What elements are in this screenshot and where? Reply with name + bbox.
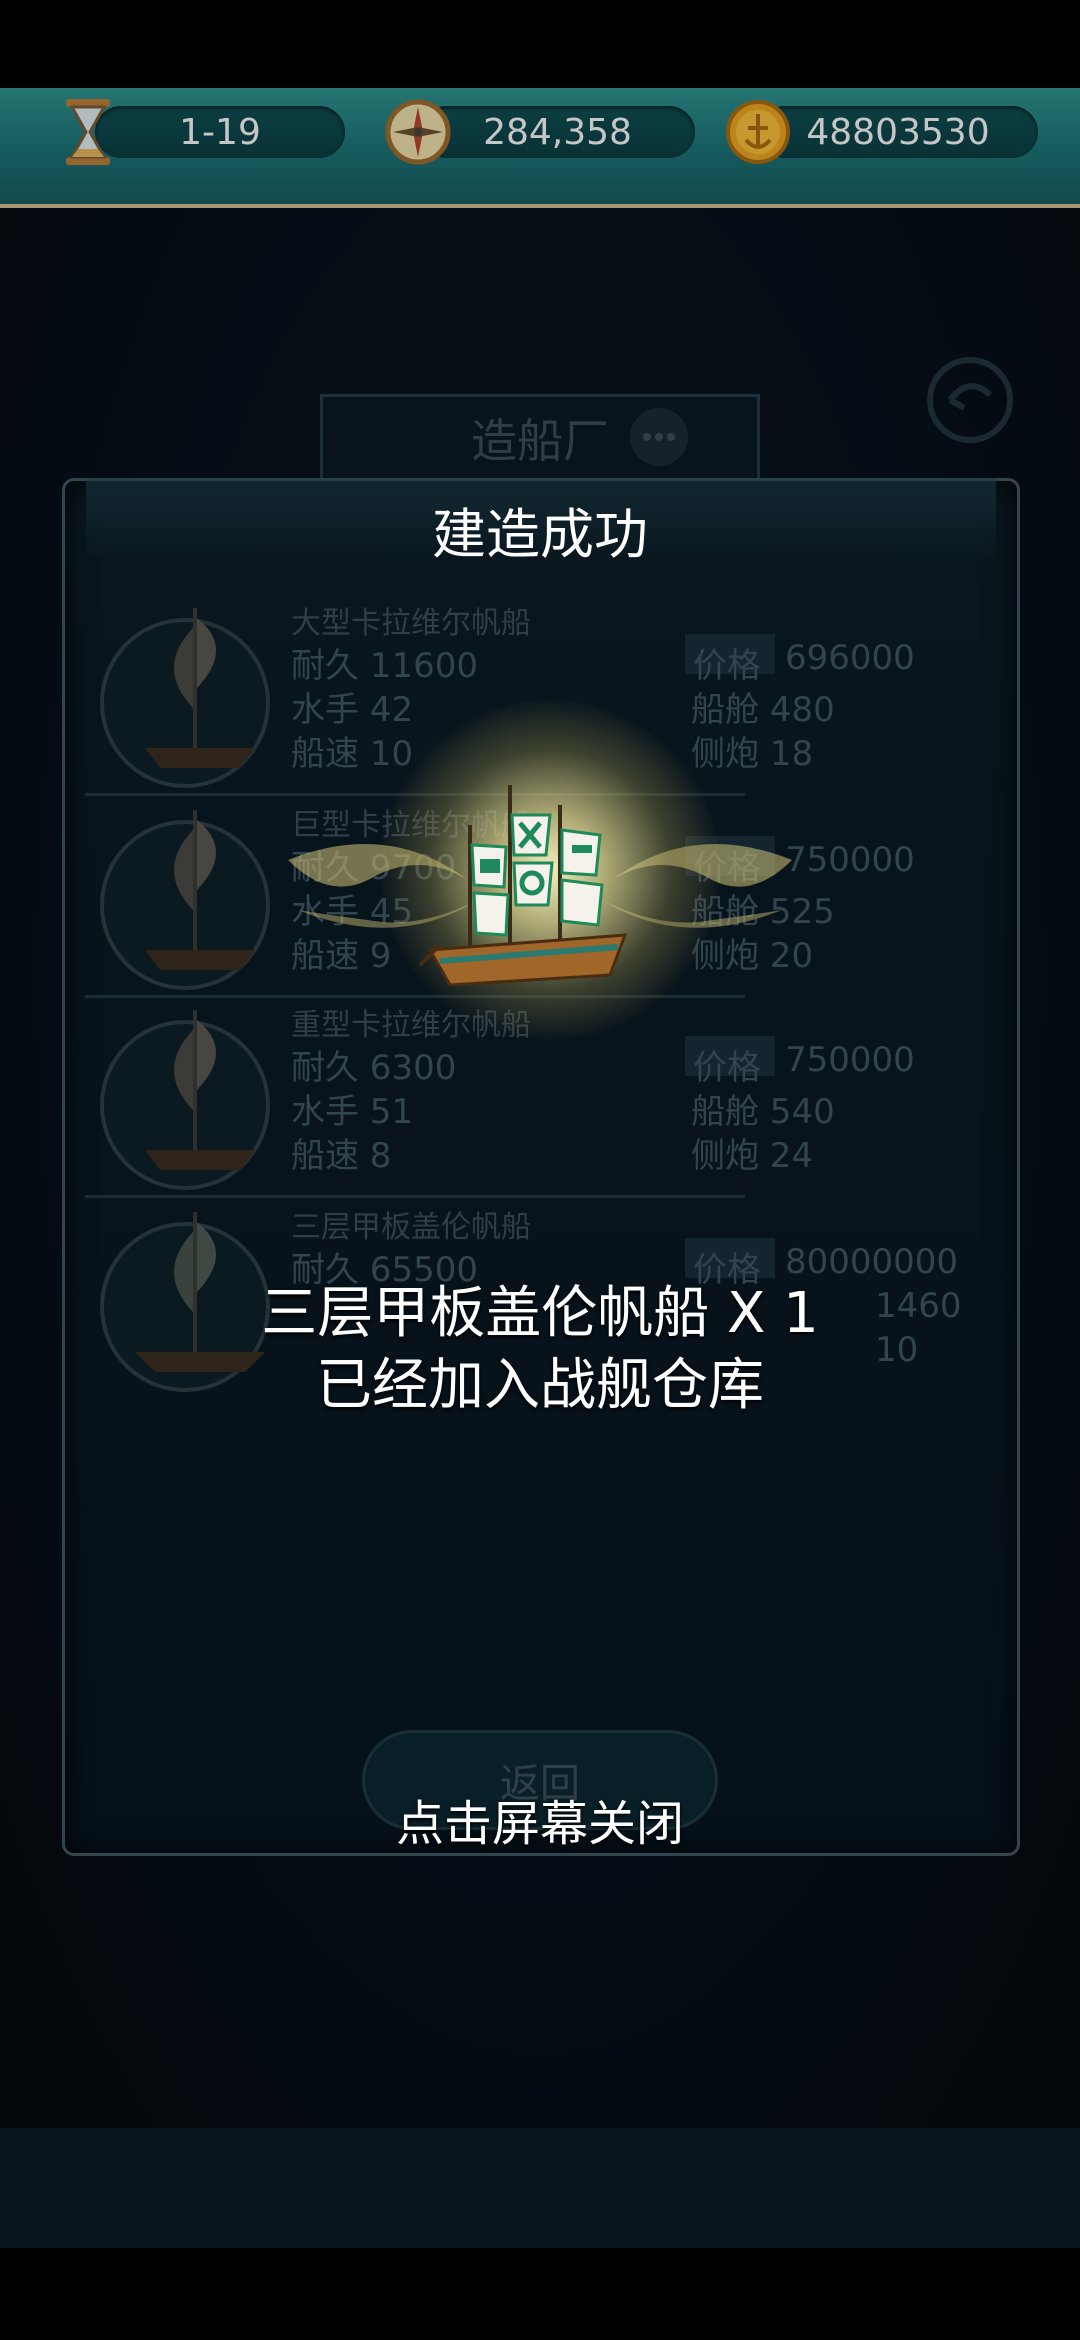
reward-message-line1: 三层甲板盖伦帆船 X 1	[261, 1281, 819, 1346]
tap-to-close-hint[interactable]: 点击屏幕关闭	[0, 1784, 1080, 1854]
galleon-ship-icon	[418, 785, 628, 987]
success-overlay[interactable]	[0, 0, 1080, 2340]
reward-message-line2: 已经加入战舰仓库	[316, 1353, 764, 1418]
dialog-title: 建造成功	[432, 503, 648, 566]
